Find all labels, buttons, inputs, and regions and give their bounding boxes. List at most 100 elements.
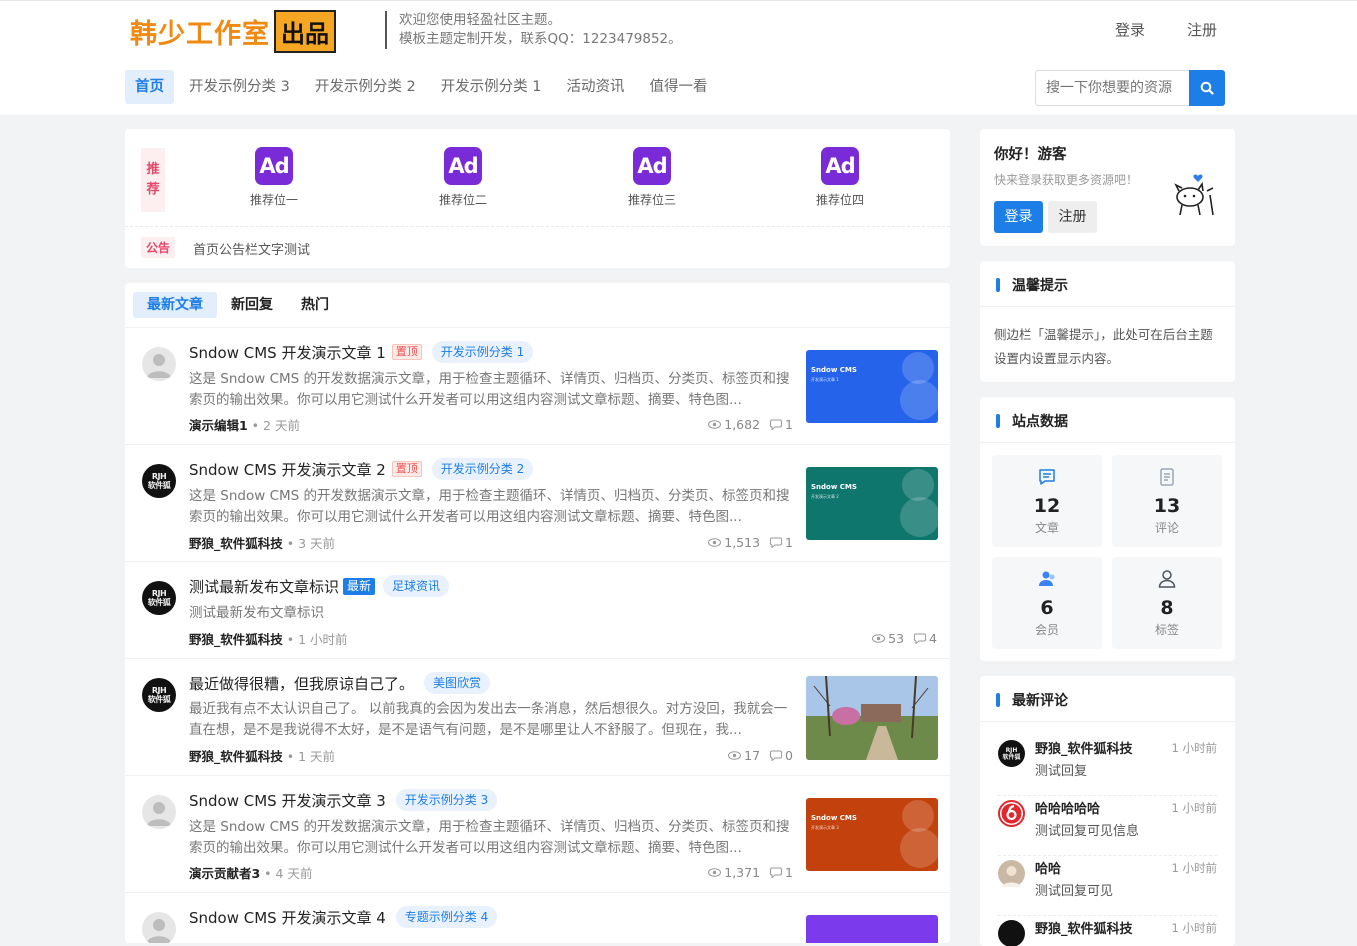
divider	[980, 442, 1235, 443]
comments-title: 最新评论	[996, 690, 1068, 710]
comment-count: 1	[785, 535, 793, 550]
stat-tags[interactable]: 8 标签	[1112, 557, 1222, 649]
post-title[interactable]: Sndow CMS 开发演示文章 4	[189, 907, 386, 928]
post-author[interactable]: 演示贡献者3	[189, 866, 260, 881]
eye-icon	[728, 751, 742, 760]
tab-new-replies[interactable]: 新回复	[217, 292, 287, 318]
category-badge[interactable]: 开发示例分类 2	[431, 458, 534, 480]
nav-item-home[interactable]: 首页	[125, 70, 174, 104]
search-input[interactable]	[1035, 70, 1189, 106]
post-author[interactable]: 演示编辑1	[189, 418, 248, 433]
notice-tag: 公告	[141, 237, 176, 258]
sidebar-login-button[interactable]: 登录	[994, 201, 1043, 233]
post-author[interactable]: 野狼_软件狐科技	[189, 749, 283, 764]
post-thumbnail[interactable]: Sndow CMS 开发演示文章 3	[806, 798, 938, 871]
post-meta: 演示编辑1 • 2 天前 1,682 1	[189, 417, 793, 433]
stat-tags-count: 8	[1160, 597, 1174, 619]
category-badge[interactable]: 美图欣赏	[424, 672, 491, 694]
tab-latest[interactable]: 最新文章	[133, 292, 217, 318]
view-count: 53	[888, 631, 905, 646]
recommend-item-3[interactable]: Ad 推荐位三	[607, 147, 697, 208]
commenter-name[interactable]: 野狼_软件狐科技	[1035, 738, 1133, 757]
member-icon	[1039, 571, 1055, 586]
commenter-name[interactable]: 哈哈	[1035, 858, 1061, 877]
login-link[interactable]: 登录	[1115, 19, 1145, 40]
post-title-row: Sndow CMS 开发演示文章 2 置顶 开发示例分类 2	[189, 458, 534, 480]
recommend-item-2[interactable]: Ad 推荐位二	[418, 147, 508, 208]
nav-item-category-2[interactable]: 开发示例分类 2	[305, 70, 426, 104]
ad-icon: Ad	[821, 147, 859, 185]
stat-comments[interactable]: 13 评论	[1112, 455, 1222, 547]
nav-item-category-3[interactable]: 开发示例分类 3	[179, 70, 300, 104]
post-author[interactable]: 野狼_软件狐科技	[189, 536, 283, 551]
post-item[interactable]: Sndow CMS 开发演示文章 3 开发示例分类 3 这是 Sndow CMS…	[125, 776, 950, 893]
recommend-tag: 推荐	[141, 148, 165, 212]
comment-text[interactable]: 测试回复	[1035, 760, 1087, 779]
recommend-label: 推荐位一	[249, 193, 298, 207]
logo-text: 韩少工作室	[130, 18, 270, 50]
post-item[interactable]: Sndow CMS 开发演示文章 1 置顶 开发示例分类 1 这是 Sndow …	[125, 328, 950, 445]
post-title-row: 测试最新发布文章标识 最新 足球资讯	[189, 575, 450, 597]
category-badge[interactable]: 专题示例分类 4	[395, 906, 498, 928]
search-button[interactable]	[1189, 70, 1225, 106]
welcome-card: 你好！游客 快来登录获取更多资源吧！ 登录 注册	[980, 129, 1235, 246]
sticky-badge: 置顶	[391, 344, 422, 360]
nav-item-category-1[interactable]: 开发示例分类 1	[431, 70, 552, 104]
comment-icon	[770, 537, 783, 548]
category-badge[interactable]: 开发示例分类 3	[395, 789, 498, 811]
post-title[interactable]: Sndow CMS 开发演示文章 2	[189, 459, 386, 480]
post-thumbnail[interactable]	[806, 676, 938, 760]
post-item[interactable]: RJH 软件狐 最近做得很糟，但我原谅自己了。 美图欣赏 最近我有点不太认识自己了…	[125, 659, 950, 776]
avatar[interactable]	[142, 347, 176, 381]
post-time: 2 天前	[263, 418, 300, 433]
nav-item-worth-seeing[interactable]: 值得一看	[640, 70, 718, 104]
post-meta: 演示贡献者3 • 4 天前 1,371 1	[189, 865, 793, 881]
divider	[980, 306, 1235, 307]
post-title-row: 最近做得很糟，但我原谅自己了。 美图欣赏	[189, 672, 491, 694]
post-thumbnail[interactable]: Sndow CMS 开发演示文章 1	[806, 350, 938, 423]
post-item[interactable]: RJH 软件狐 测试最新发布文章标识 最新 足球资讯 测试最新发布文章标识 野狼_…	[125, 562, 950, 659]
search-icon	[1200, 81, 1214, 95]
category-badge[interactable]: 开发示例分类 1	[431, 341, 534, 363]
post-title[interactable]: Sndow CMS 开发演示文章 1	[189, 342, 386, 363]
avatar[interactable]: RJH 软件狐	[142, 678, 176, 712]
post-author[interactable]: 野狼_软件狐科技	[189, 632, 283, 647]
comment-text[interactable]: 测试回复可见信息	[1035, 820, 1139, 839]
tab-hot[interactable]: 热门	[287, 292, 343, 318]
post-time: 3 天前	[298, 536, 336, 551]
view-count: 1,682	[724, 417, 761, 432]
comment-item[interactable]: 哈哈 1 小时前 测试回复可见	[998, 856, 1217, 916]
site-logo[interactable]: 韩少工作室 出品	[130, 9, 336, 53]
comment-item[interactable]: RJH 软件狐 野狼_软件狐科技 1 小时前 测试回复	[998, 736, 1217, 796]
post-title[interactable]: 测试最新发布文章标识	[189, 576, 339, 597]
comment-count: 0	[785, 748, 793, 763]
eye-icon	[708, 420, 722, 429]
stat-articles[interactable]: 12 文章	[992, 455, 1102, 547]
avatar[interactable]: RJH 软件狐	[142, 464, 176, 498]
post-thumbnail[interactable]: Sndow CMS 开发演示文章 2	[806, 467, 938, 540]
sidebar-register-button[interactable]: 注册	[1048, 201, 1097, 233]
avatar[interactable]	[142, 795, 176, 829]
comment-item[interactable]: 野狼_软件狐科技 1 小时前	[998, 916, 1217, 946]
notice-text[interactable]: 首页公告栏文字测试	[193, 239, 310, 258]
register-link[interactable]: 注册	[1187, 19, 1217, 40]
comment-count: 1	[785, 865, 793, 880]
commenter-name[interactable]: 哈哈哈哈哈	[1035, 798, 1100, 817]
post-title[interactable]: 最近做得很糟，但我原谅自己了。	[189, 673, 414, 694]
avatar[interactable]: RJH 软件狐	[142, 581, 176, 615]
post-meta: 野狼_软件狐科技 • 1 小时前 53 4	[189, 631, 937, 647]
stat-members[interactable]: 6 会员	[992, 557, 1102, 649]
category-badge[interactable]: 足球资讯	[383, 575, 450, 597]
post-title[interactable]: Sndow CMS 开发演示文章 3	[189, 790, 386, 811]
comment-text[interactable]: 测试回复可见	[1035, 880, 1113, 899]
comment-icon	[770, 750, 783, 761]
post-item[interactable]: RJH 软件狐 Sndow CMS 开发演示文章 2 置顶 开发示例分类 2 这是…	[125, 445, 950, 562]
nav-item-events[interactable]: 活动资讯	[557, 70, 635, 104]
post-thumbnail[interactable]	[806, 915, 938, 943]
new-badge: 最新	[343, 577, 376, 595]
recommend-item-4[interactable]: Ad 推荐位四	[795, 147, 885, 208]
post-item[interactable]: Sndow CMS 开发演示文章 4 专题示例分类 4	[125, 893, 950, 943]
recommend-item-1[interactable]: Ad 推荐位一	[229, 147, 319, 208]
account-links: 登录 注册	[1115, 19, 1217, 40]
comment-item[interactable]: 哈哈哈哈哈 1 小时前 测试回复可见信息	[998, 796, 1217, 856]
